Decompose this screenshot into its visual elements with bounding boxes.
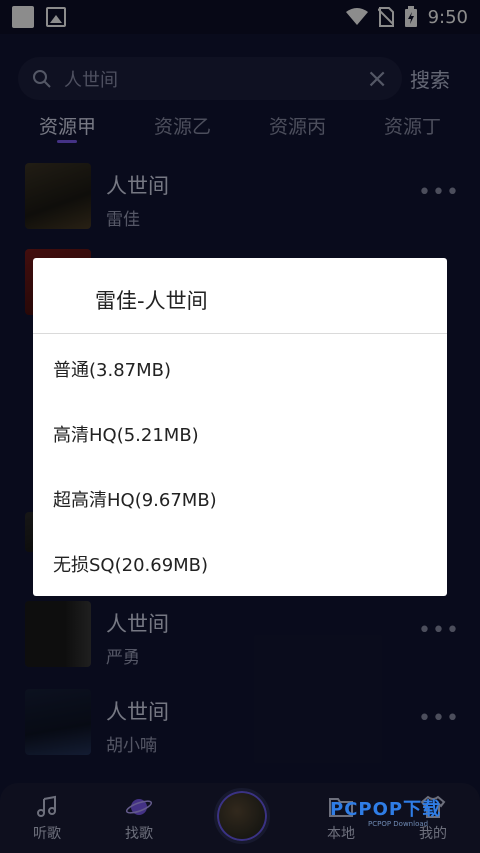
quality-option-standard[interactable]: 普通(3.87MB) [33, 336, 447, 402]
quality-option-super-hq[interactable]: 超高清HQ(9.67MB) [33, 466, 447, 532]
watermark-logo: PCPOP下载 [330, 799, 442, 820]
quality-option-lossless[interactable]: 无损SQ(20.69MB) [33, 531, 447, 597]
dialog-divider [33, 333, 447, 334]
watermark-subtitle: PCPOP Download [368, 820, 429, 828]
quality-option-hq[interactable]: 高清HQ(5.21MB) [33, 401, 447, 467]
quality-dialog: 雷佳-人世间 普通(3.87MB) 高清HQ(5.21MB) 超高清HQ(9.6… [33, 258, 447, 596]
dialog-title: 雷佳-人世间 [95, 289, 208, 313]
